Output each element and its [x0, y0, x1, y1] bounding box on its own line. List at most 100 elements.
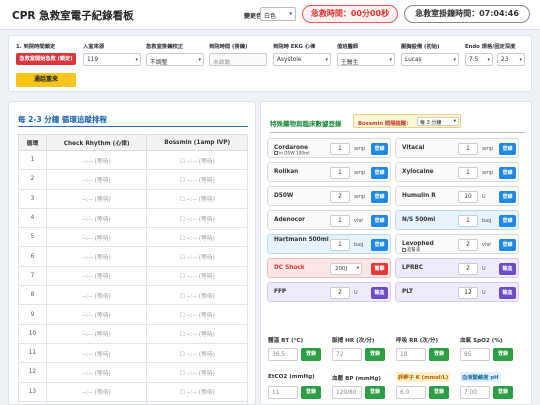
drug-name: Rolikan [274, 169, 299, 175]
cycle-number-cell: 12 [18, 362, 47, 383]
bossmin-cell[interactable]: ☐ --:-- (等待) [146, 265, 248, 287]
vital-label: 血液酸鹼度 pH [460, 372, 501, 382]
color-theme-select[interactable]: 白色 ▾ [260, 7, 296, 21]
dose-input[interactable]: 1 [330, 143, 350, 155]
vital-register-button[interactable]: 登錄 [429, 348, 449, 361]
vital-input[interactable]: 120/80 [332, 386, 362, 399]
bossmin-cell[interactable]: ☐ --:-- (等待) [146, 169, 248, 190]
bossmin-cell[interactable]: ☐ --:-- (等待) [146, 323, 248, 344]
app-title: CPR 急救室電子紀錄看板 [12, 10, 134, 22]
dose-input[interactable]: 2 [330, 191, 350, 203]
room-source-select[interactable]: 119 ▾ [83, 53, 141, 66]
vital-input[interactable]: 6.0 [396, 386, 426, 399]
table-row: 6 --:-- (等待) ☐ --:-- (等待) [18, 246, 248, 267]
register-button[interactable]: 登錄 [371, 239, 388, 251]
dose-input[interactable]: 10 [458, 191, 478, 203]
vital-register-button[interactable]: 登錄 [429, 386, 449, 399]
vital-register-button[interactable]: 登錄 [493, 386, 513, 399]
vital-input[interactable]: 11 [268, 386, 298, 399]
chevron-down-icon: ▾ [453, 57, 456, 63]
vital-register-button[interactable]: 登錄 [301, 348, 321, 361]
bossmin-cell[interactable]: ☐ --:-- (等待) [146, 381, 248, 402]
drug-panel-divider [270, 132, 525, 133]
drug-name: Hartmann 500ml [274, 237, 329, 243]
cycle-number-cell: 7 [18, 265, 47, 287]
dose-input[interactable]: 12 [458, 287, 478, 299]
dose-input[interactable]: 2 [458, 263, 478, 275]
dose-input[interactable]: 1 [330, 239, 350, 251]
shock-button[interactable]: 電擊 [371, 263, 388, 275]
register-button[interactable]: 輸血 [371, 287, 388, 299]
drug-card: Humulin R 10 U 登錄 [395, 186, 519, 206]
drug-option-checkbox[interactable]: in D5W 100ml [274, 151, 310, 157]
vital-input[interactable]: 7.00 [460, 386, 490, 399]
arrival-time-input[interactable]: 未啟動 [209, 53, 267, 66]
drug-name: D50W [274, 193, 294, 199]
dose-input[interactable]: 2 [458, 239, 478, 251]
vital-input[interactable]: 95 [460, 348, 490, 361]
vital-register-button[interactable]: 登錄 [365, 386, 385, 399]
register-button[interactable]: 登錄 [499, 239, 516, 251]
vital-register-button[interactable]: 登錄 [301, 386, 321, 399]
col-header-cycle: 循環 [18, 134, 47, 151]
bossmin-cell[interactable]: ☐ --:-- (等待) [146, 188, 248, 209]
register-button[interactable]: 登錄 [499, 191, 516, 203]
endo-depth-select[interactable]: 23 ▾ [497, 53, 525, 66]
register-button[interactable]: 登錄 [371, 143, 388, 155]
dose-input[interactable]: 2 [330, 287, 350, 299]
start-resuscitation-button[interactable]: 急救室開始急救 (鎖定) [16, 53, 76, 65]
cycle-table: 循環 Check Rhythm (心律) Bossmin (1amp IVP) … [18, 134, 248, 404]
bossmin-interval-select[interactable]: 每 3 分鐘 ▾ [417, 117, 459, 126]
vital-input[interactable]: 36.5 [268, 348, 298, 361]
bossmin-cell[interactable]: ☐ --:-- (等待) [146, 227, 248, 248]
drug-card: N/S 500ml 1 bag 登錄 [395, 210, 519, 230]
dose-input[interactable]: 1 [458, 143, 478, 155]
compression-device-select[interactable]: Lucas ▾ [401, 53, 459, 66]
register-button[interactable]: 登錄 [371, 215, 388, 227]
dose-unit: U [354, 290, 358, 296]
register-button[interactable]: 輸血 [499, 287, 516, 299]
register-button[interactable]: 輸血 [499, 263, 516, 275]
dose-unit: amp [354, 146, 366, 152]
dose-input[interactable]: 1 [330, 215, 350, 227]
compression-device-value: Lucas [405, 57, 422, 63]
vital-input[interactable]: 18 [396, 348, 426, 361]
bossmin-cell[interactable]: ☐ --:-- (等待) [146, 285, 248, 306]
doctor-select[interactable]: 王醫生 ▾ [337, 53, 395, 66]
bossmin-cell[interactable]: ☐ --:-- (等待) [146, 149, 248, 171]
bossmin-cell[interactable]: ☐ --:-- (等待) [146, 246, 248, 267]
vital-register-button[interactable]: 登錄 [493, 348, 513, 361]
bossmin-cell[interactable]: ☐ --:-- (等待) [146, 362, 248, 383]
compression-device-label: 壓胸設備 (初始) [401, 44, 440, 50]
drug-name: N/S 500ml [402, 217, 436, 223]
drug-card: Hartmann 500ml 1 bag 登錄 [267, 234, 391, 254]
endo-size-select[interactable]: 7.5 ▾ [465, 53, 493, 66]
time-calibration-select[interactable]: 不調整 ▾ [146, 53, 204, 66]
dose-unit: amp [354, 194, 366, 200]
vital-label: 評鉀子 K (mmol/L) [396, 372, 451, 382]
register-button[interactable]: 登錄 [499, 167, 516, 179]
vital-input[interactable]: 72 [332, 348, 362, 361]
dose-input[interactable]: 1 [330, 167, 350, 179]
reset-button[interactable]: 通話重來 [16, 73, 76, 87]
dose-input[interactable]: 1 [458, 167, 478, 179]
vital-register-button[interactable]: 登錄 [365, 348, 385, 361]
joule-select[interactable]: 200J ▾ [330, 263, 362, 275]
room-source-label: 入室來源 [83, 44, 105, 50]
drug-name: Adenocor [274, 217, 305, 223]
drug-name: FFP [274, 289, 287, 295]
bossmin-cell[interactable]: ☐ --:-- (等待) [146, 342, 248, 364]
register-button[interactable]: 登錄 [371, 167, 388, 179]
bossmin-cell[interactable]: ☐ --:-- (等待) [146, 400, 248, 404]
rhythm-check-cell: --:-- (等待) [45, 207, 148, 229]
register-button[interactable]: 登錄 [499, 143, 516, 155]
drug-panel-title: 特殊藥物與臨床數據登錄 [270, 120, 342, 128]
register-button[interactable]: 登錄 [371, 191, 388, 203]
bossmin-cell[interactable]: ☐ --:-- (等待) [146, 304, 248, 325]
ekg-select[interactable]: Asystole ▾ [273, 53, 331, 66]
dose-input[interactable]: 1 [458, 215, 478, 227]
drug-option-checkbox[interactable]: 進幫浦 [402, 247, 420, 253]
bossmin-cell[interactable]: ☐ --:-- (等待) [146, 207, 248, 229]
rhythm-check-cell: --:-- (等待) [45, 381, 148, 402]
register-button[interactable]: 登錄 [499, 215, 516, 227]
